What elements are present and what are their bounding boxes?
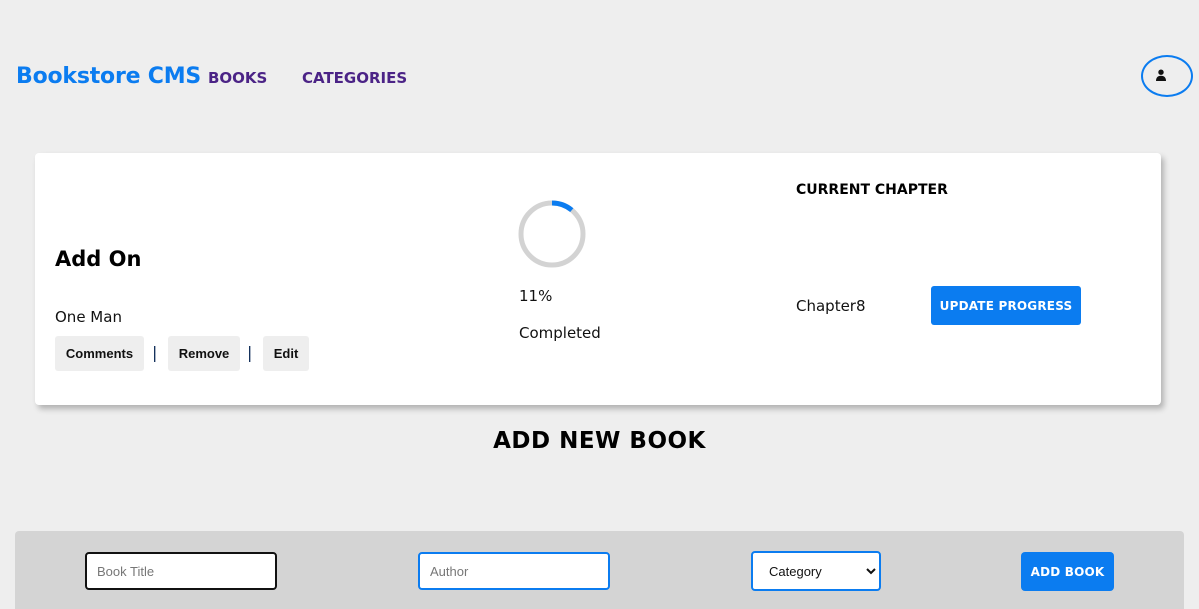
action-separator: | xyxy=(247,343,253,362)
bookstore-page: Bookstore CMS BOOKS CATEGORIES Add On On… xyxy=(0,0,1199,609)
nav-categories-link[interactable]: CATEGORIES xyxy=(302,69,407,87)
add-book-button[interactable]: ADD BOOK xyxy=(1021,552,1114,591)
book-card: Add On One Man Comments | Remove | Edit … xyxy=(35,153,1161,405)
edit-button[interactable]: Edit xyxy=(263,336,309,371)
nav-books-link[interactable]: BOOKS xyxy=(208,69,267,87)
comments-button[interactable]: Comments xyxy=(55,336,144,371)
progress-track xyxy=(518,200,586,268)
book-author: One Man xyxy=(55,308,122,326)
update-progress-button[interactable]: UPDATE PROGRESS xyxy=(931,286,1081,325)
current-chapter-value: Chapter8 xyxy=(796,297,866,315)
action-separator: | xyxy=(152,343,158,362)
remove-button[interactable]: Remove xyxy=(168,336,240,371)
book-title-input[interactable] xyxy=(85,552,277,590)
user-profile-button[interactable] xyxy=(1141,55,1193,97)
progress-status: Completed xyxy=(519,324,601,342)
current-chapter-heading: CURRENT CHAPTER xyxy=(796,182,948,198)
brand-title[interactable]: Bookstore CMS xyxy=(16,64,201,89)
add-new-book-heading: ADD NEW BOOK xyxy=(493,428,706,454)
add-book-form: Category ADD BOOK xyxy=(15,531,1184,609)
progress-ring xyxy=(518,200,586,268)
author-input[interactable] xyxy=(418,552,610,590)
user-icon xyxy=(1156,69,1166,81)
book-title: Add On xyxy=(55,247,142,271)
progress-percent: 11% xyxy=(519,287,553,305)
category-select[interactable]: Category xyxy=(751,551,881,591)
